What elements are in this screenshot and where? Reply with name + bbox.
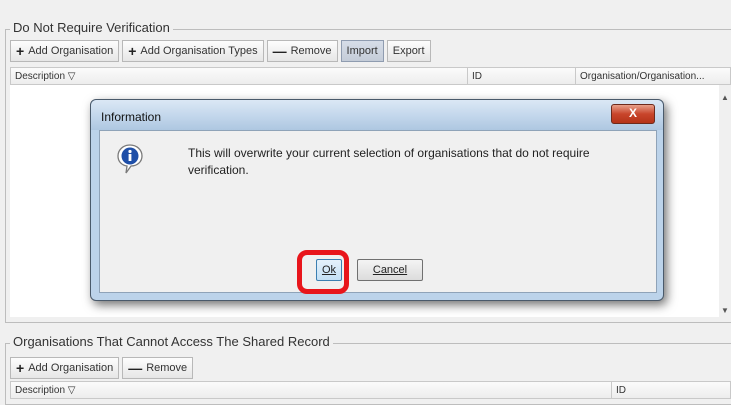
remove-button[interactable]: — Remove [266,40,338,62]
column-header-description[interactable]: Description ▽ [11,382,611,399]
import-button[interactable]: Import [340,40,384,62]
bottom-panel-title: Organisations That Cannot Access The Sha… [10,334,333,349]
close-button[interactable]: X [611,104,655,124]
cancel-label: Cancel [372,264,408,276]
cancel-button[interactable]: Cancel [357,259,423,281]
dialog-titlebar[interactable]: Information X [91,100,663,130]
close-icon: X [628,106,637,120]
remove-label: Remove [146,362,188,374]
bottom-table-header: Description ▽ ID [10,381,731,399]
plus-icon: + [16,43,25,59]
add-organisation-types-label: Add Organisation Types [140,45,258,57]
info-icon [117,144,143,174]
scroll-up-arrow-icon[interactable]: ▲ [721,93,729,102]
add-organisation-types-button[interactable]: + Add Organisation Types [122,40,264,62]
scroll-down-arrow-icon[interactable]: ▼ [721,306,729,315]
dialog-title: Information [101,110,162,124]
top-toolbar: + Add Organisation + Add Organisation Ty… [10,40,431,62]
bottom-toolbar: + Add Organisation — Remove [10,357,194,379]
top-panel-title: Do Not Require Verification [10,20,173,35]
remove-label: Remove [290,45,332,57]
top-table-header: Description ▽ ID Organisation/Organisati… [10,67,731,85]
ok-label: Ok [321,264,337,276]
column-header-id[interactable]: ID [611,382,716,399]
dialog-body: This will overwrite your current selecti… [99,130,657,293]
plus-icon: + [16,360,25,376]
remove-button[interactable]: — Remove [122,357,194,379]
dialog-message: This will overwrite your current selecti… [188,146,590,177]
plus-icon: + [128,43,137,59]
ok-button[interactable]: Ok [316,259,342,281]
export-button[interactable]: Export [386,40,431,62]
import-label: Import [346,45,378,57]
add-organisation-label: Add Organisation [28,362,114,374]
add-organisation-button[interactable]: + Add Organisation [10,40,120,62]
column-header-description[interactable]: Description ▽ [11,68,467,85]
add-organisation-button[interactable]: + Add Organisation [10,357,120,379]
information-dialog: Information X This will overwrite your c… [90,99,664,301]
column-header-id[interactable]: ID [467,68,575,85]
minus-icon: — [128,360,143,376]
add-organisation-label: Add Organisation [28,45,114,57]
export-label: Export [392,45,425,57]
column-header-organisation-type[interactable]: Organisation/Organisation... [575,68,721,85]
minus-icon: — [272,43,287,59]
